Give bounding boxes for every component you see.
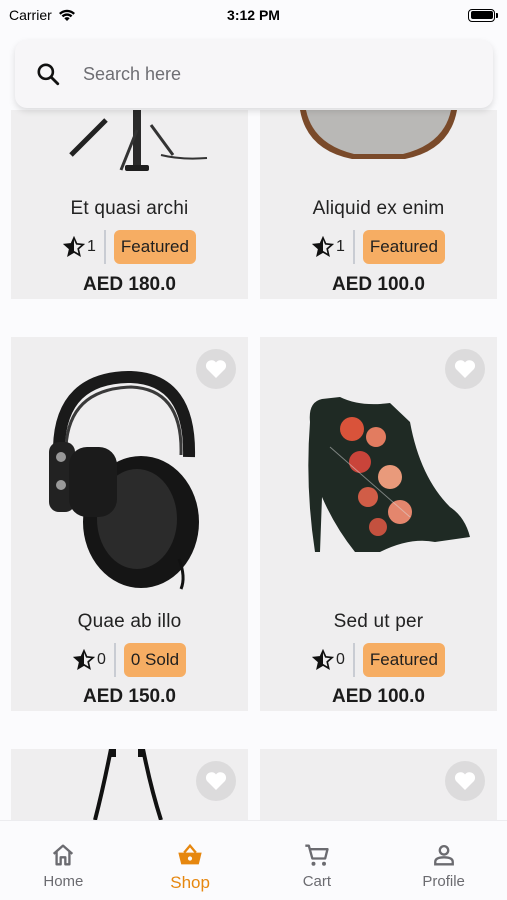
rating-value: 0 — [336, 651, 345, 668]
rating-value: 0 — [96, 651, 106, 668]
status-badge: Featured — [362, 643, 445, 677]
product-title: Sed ut per — [333, 611, 424, 632]
shopping-basket-icon — [178, 843, 202, 865]
favorite-button[interactable] — [445, 761, 485, 801]
microphone-stand-image — [69, 110, 208, 171]
nav-label-cart: Cart — [302, 873, 332, 890]
nav-label-profile: Profile — [422, 873, 465, 890]
speaker-image — [300, 110, 457, 159]
product-price: AED 100.0 — [332, 274, 425, 295]
search-input[interactable] — [83, 63, 443, 85]
product-card[interactable]: Et quasi archi 1 Featured AED 180.0 — [11, 110, 248, 299]
rating: 1 — [63, 236, 96, 258]
product-card[interactable]: Quae ab illo 0 0 Sold AED 150.0 — [11, 337, 248, 711]
cart-icon — [305, 844, 329, 866]
bottom-nav: Home Shop Cart Profile — [0, 820, 507, 900]
product-meta: 0 Featured — [260, 643, 497, 677]
favorite-button[interactable] — [196, 349, 236, 389]
rating: 1 — [312, 236, 345, 258]
nav-item-shop[interactable]: Shop — [127, 821, 254, 900]
search-bar[interactable] — [15, 40, 493, 108]
star-icon — [72, 649, 95, 670]
product-title: Et quasi archi — [70, 198, 189, 219]
product-title: Aliquid ex enim — [312, 198, 445, 219]
divider — [352, 230, 355, 264]
product-title: Quae ab illo — [77, 611, 182, 632]
product-card[interactable] — [260, 749, 497, 820]
product-card[interactable]: Aliquid ex enim 1 Featured AED 100.0 — [260, 110, 497, 299]
rating: 0 — [312, 649, 345, 671]
nav-item-profile[interactable]: Profile — [380, 821, 507, 900]
status-badge: 0 Sold — [123, 643, 187, 677]
rating: 0 — [72, 649, 106, 671]
product-meta: 0 0 Sold — [11, 643, 248, 677]
divider — [113, 643, 116, 677]
product-price: AED 100.0 — [332, 686, 425, 707]
divider — [103, 230, 106, 264]
product-meta: 1 Featured — [260, 230, 497, 264]
heart-icon — [205, 360, 227, 378]
favorite-button[interactable] — [196, 761, 236, 801]
heart-icon — [205, 772, 227, 790]
product-price: AED 180.0 — [83, 274, 176, 295]
profile-icon — [433, 844, 454, 866]
star-icon — [312, 649, 335, 670]
product-card[interactable]: Sed ut per 0 Featured AED 100.0 — [260, 337, 497, 711]
heart-icon — [454, 772, 476, 790]
star-icon — [312, 236, 335, 257]
status-badge: Featured — [113, 230, 196, 264]
nav-label-shop: Shop — [170, 873, 210, 892]
search-icon — [37, 63, 60, 86]
home-icon — [53, 844, 74, 866]
product-card[interactable] — [11, 749, 248, 820]
nav-item-cart[interactable]: Cart — [254, 821, 381, 900]
product-price: AED 150.0 — [83, 686, 176, 707]
star-icon — [63, 236, 86, 257]
divider — [352, 643, 355, 677]
favorite-button[interactable] — [445, 349, 485, 389]
heart-icon — [454, 360, 476, 378]
product-grid: Et quasi archi 1 Featured AED 180.0 Aliq… — [0, 0, 507, 900]
nav-item-home[interactable]: Home — [0, 821, 127, 900]
nav-label-home: Home — [43, 873, 84, 890]
rating-value: 1 — [87, 238, 96, 255]
product-meta: 1 Featured — [11, 230, 248, 264]
rating-value: 1 — [336, 238, 345, 255]
status-badge: Featured — [362, 230, 445, 264]
